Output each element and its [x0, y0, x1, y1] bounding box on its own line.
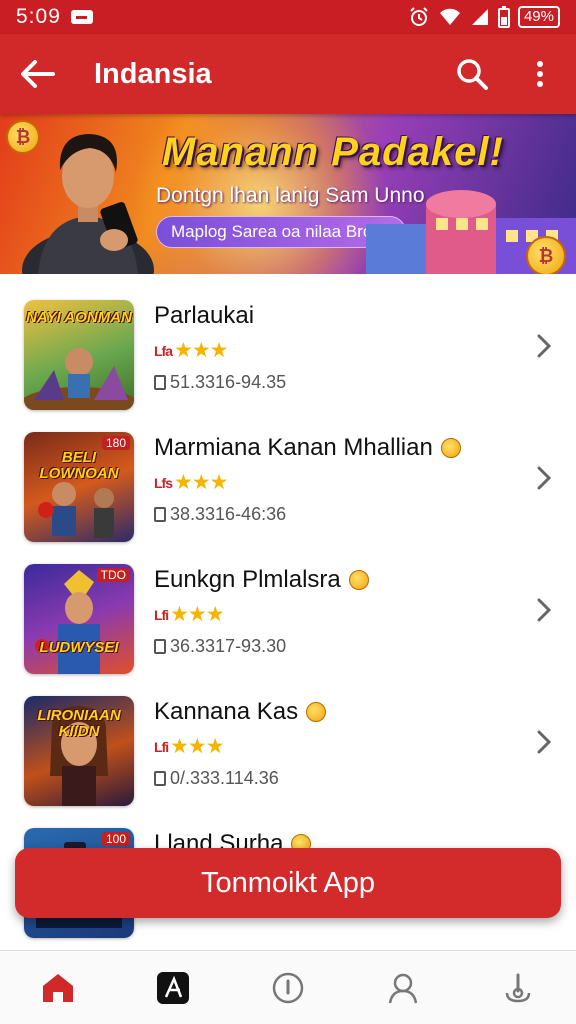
app-rating: Lfa ★★★ — [154, 338, 228, 363]
rating-tag: Lfi — [154, 606, 169, 623]
battery-level: 49% — [517, 6, 560, 28]
status-bar: 5:09 49% — [0, 0, 576, 34]
app-thumbnail: LIRONIAAN KIIDN — [24, 696, 134, 806]
bottom-nav — [0, 950, 576, 1024]
more-vert-icon[interactable] — [522, 54, 558, 94]
app-bar: Indansia — [0, 34, 576, 114]
home-icon[interactable] — [28, 958, 88, 1018]
coin-icon — [348, 570, 369, 590]
app-meta-text: 36.3317-93.30 — [170, 636, 287, 656]
app-name-text: Kannana Kas — [154, 698, 299, 725]
app-meta-text: 0/.333.114.36 — [170, 768, 279, 788]
star-icon: ★★★ — [170, 735, 224, 758]
app-name-text: Eunkgn Plmlalsra — [154, 566, 341, 593]
app-thumbnail: 180 BELI LOWNOAN — [24, 432, 134, 542]
file-icon — [154, 771, 166, 786]
profile-icon[interactable] — [373, 958, 433, 1018]
app-rating: Lfs ★★★ — [154, 470, 228, 495]
list-item[interactable]: LIRONIAAN KIIDN Kannana Kas Lfi ★★★ 0/.3… — [0, 670, 576, 806]
notification-icon — [70, 10, 93, 24]
page-title: Indansia — [94, 57, 212, 90]
app-bar-actions — [454, 54, 558, 94]
app-thumbnail: TDO LUDWYSEI — [24, 564, 134, 674]
thumbnail-text: BELI LOWNOAN — [39, 449, 119, 482]
star-icon: ★★★ — [170, 603, 224, 626]
coin-icon: ₿ — [526, 236, 566, 274]
chevron-right-icon[interactable] — [534, 466, 554, 490]
info-icon[interactable] — [258, 958, 318, 1018]
thumbnail-text: NAYI AONMAN — [26, 309, 132, 326]
app-meta: 0/.333.114.36 — [154, 768, 279, 789]
coin-icon: ₿ — [6, 120, 40, 154]
thumbnail-text: LIRONIAAN KIIDN — [37, 707, 121, 740]
app-meta: 38.3316-46:36 — [154, 504, 286, 525]
file-icon — [154, 375, 166, 390]
app-name-text: Marmiana Kanan Mhallian — [154, 434, 433, 461]
chevron-right-icon[interactable] — [534, 334, 554, 358]
app-name: Eunkgn Plmlalsra — [154, 566, 369, 594]
status-time: 5:09 — [16, 5, 61, 28]
app-store-icon[interactable] — [143, 958, 203, 1018]
rating-tag: Lfi — [154, 738, 169, 755]
download-icon[interactable] — [488, 958, 548, 1018]
app-meta: 51.3316-94.35 — [154, 372, 286, 393]
thumbnail-badge: 180 — [101, 436, 130, 450]
promo-banner[interactable]: ₿ Manann Padakel! Dontgn lhan lanig Sam … — [0, 114, 576, 274]
banner-hero-image — [22, 134, 154, 274]
banner-title: Manann Padakel! — [162, 130, 504, 174]
alarm-icon — [410, 7, 428, 26]
star-icon: ★★★ — [174, 339, 228, 362]
file-icon — [154, 639, 166, 654]
list-item[interactable]: TDO LUDWYSEI Eunkgn Plmlalsra Lfi ★★★ 36… — [0, 538, 576, 674]
app-name: Kannana Kas — [154, 698, 327, 726]
back-arrow-icon[interactable] — [18, 54, 58, 94]
wifi-icon — [439, 8, 460, 26]
chevron-right-icon[interactable] — [534, 598, 554, 622]
app-name: Marmiana Kanan Mhallian — [154, 434, 461, 462]
chevron-right-icon[interactable] — [534, 730, 554, 754]
thumbnail-text: LUDWYSEI — [39, 639, 119, 656]
app-thumbnail: NAYI AONMAN — [24, 300, 134, 410]
status-icons: 49% — [408, 6, 560, 28]
app-meta: 36.3317-93.30 — [154, 636, 286, 657]
signal-icon — [471, 9, 488, 25]
app-meta-text: 51.3316-94.35 — [170, 372, 287, 392]
list-item[interactable]: 180 BELI LOWNOAN Marmiana Kanan Mhallian… — [0, 406, 576, 542]
battery-icon — [497, 6, 510, 28]
app-name-text: Parlaukai — [154, 302, 255, 329]
thumbnail-badge: TDO — [96, 568, 130, 582]
star-icon: ★★★ — [174, 471, 228, 494]
app-rating: Lfi ★★★ — [154, 602, 225, 627]
thumbnail-badge: 100 — [101, 832, 130, 846]
search-icon[interactable] — [454, 54, 490, 94]
app-rating: Lfi ★★★ — [154, 734, 225, 759]
rating-tag: Lfs — [154, 474, 173, 491]
rating-tag: Lfa — [154, 342, 173, 359]
file-icon — [154, 507, 166, 522]
app-name: Parlaukai — [154, 302, 254, 330]
app-meta-text: 38.3316-46:36 — [170, 504, 287, 524]
list-item[interactable]: NAYI AONMAN Parlaukai Lfa ★★★ 51.3316-94… — [0, 274, 576, 410]
coin-icon — [306, 702, 327, 722]
coin-icon — [440, 438, 461, 458]
install-app-button[interactable]: Tonmoikt App — [15, 848, 561, 918]
